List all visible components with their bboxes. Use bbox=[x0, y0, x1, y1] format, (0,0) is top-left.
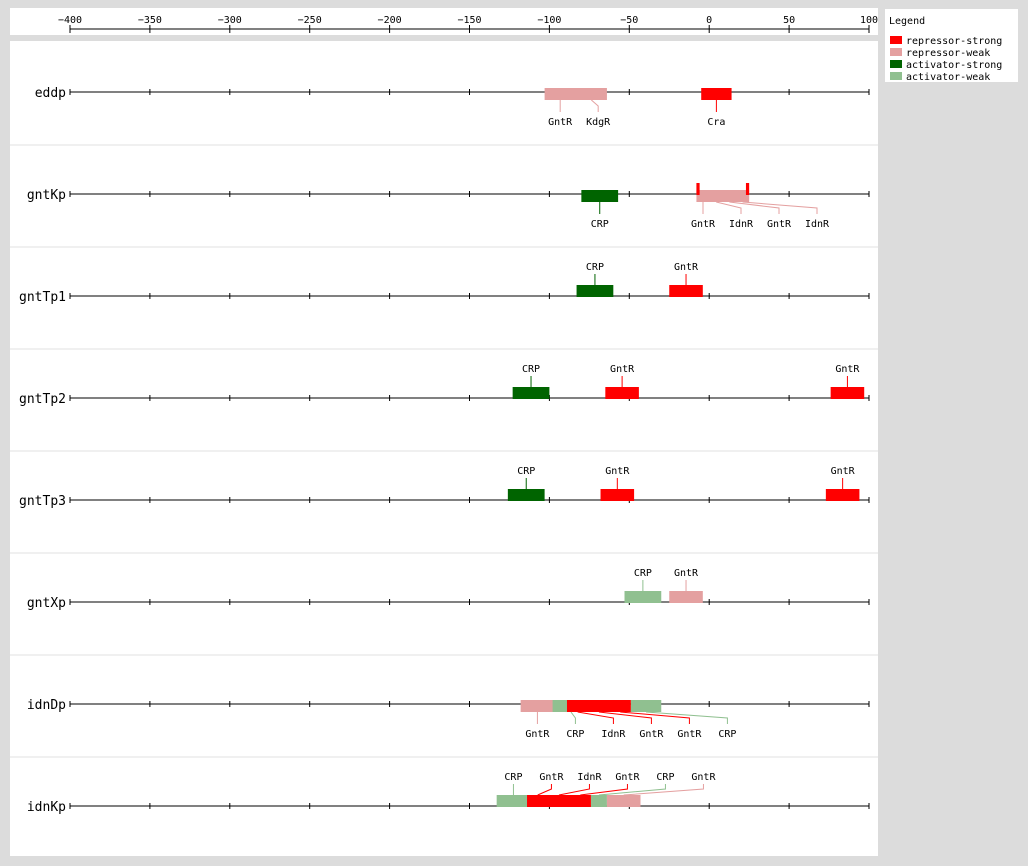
binding-site-repressor-weak bbox=[606, 795, 641, 807]
site-label: GntR bbox=[835, 364, 860, 375]
legend-swatch bbox=[890, 72, 902, 80]
site-label: GntR bbox=[691, 219, 716, 230]
site-label: GntR bbox=[605, 466, 630, 477]
promoter-panel bbox=[10, 41, 878, 856]
site-label: Cra bbox=[707, 117, 725, 128]
binding-site-activator-strong bbox=[581, 190, 619, 202]
binding-site-activator-weak bbox=[624, 591, 662, 603]
binding-site-repressor-weak bbox=[520, 700, 555, 712]
promoter-name: gntXp bbox=[27, 596, 66, 611]
site-label: GntR bbox=[677, 729, 702, 740]
legend-title: Legend bbox=[889, 16, 925, 27]
ruler-tick-label: 100 bbox=[860, 15, 878, 26]
site-label: CRP bbox=[504, 772, 522, 783]
site-label: CRP bbox=[586, 262, 604, 273]
site-label: GntR bbox=[615, 772, 640, 783]
site-label: GntR bbox=[674, 568, 699, 579]
legend-swatch bbox=[890, 60, 902, 68]
promoter-name: gntTp1 bbox=[19, 290, 66, 305]
legend-label: repressor-strong bbox=[906, 36, 1002, 47]
site-label: CRP bbox=[566, 729, 584, 740]
promoter-name: idnDp bbox=[27, 698, 66, 713]
ruler-tick-label: −100 bbox=[537, 15, 561, 26]
binding-site-repressor-strong bbox=[566, 700, 631, 712]
promoter-name: idnKp bbox=[27, 800, 66, 815]
ruler-tick-label: −350 bbox=[138, 15, 162, 26]
ruler-tick-label: −250 bbox=[298, 15, 322, 26]
binding-site-repressor-strong bbox=[605, 387, 639, 399]
binding-site-repressor-strong bbox=[825, 489, 860, 501]
legend-items: repressor-strongrepressor-weakactivator-… bbox=[890, 36, 1002, 83]
site-label: GntR bbox=[831, 466, 856, 477]
site-label: KdgR bbox=[586, 117, 611, 128]
binding-site-repressor-weak bbox=[669, 591, 703, 603]
binding-site-repressor-strong bbox=[701, 88, 732, 100]
legend-label: activator-weak bbox=[906, 72, 990, 83]
ruler-tick-label: 0 bbox=[706, 15, 712, 26]
binding-site-repressor-strong bbox=[669, 285, 703, 297]
site-label: GntR bbox=[639, 729, 664, 740]
binding-site-activator-strong bbox=[576, 285, 614, 297]
binding-site-activator-strong bbox=[507, 489, 545, 501]
binding-site-activator-strong bbox=[512, 387, 550, 399]
ruler-tick-label: −50 bbox=[620, 15, 638, 26]
ruler-tick-label: −200 bbox=[378, 15, 402, 26]
site-label: IdnR bbox=[729, 219, 754, 230]
site-label: CRP bbox=[656, 772, 674, 783]
binding-site-repressor-weak bbox=[544, 88, 607, 100]
binding-site-repressor-strong bbox=[600, 489, 635, 501]
site-label: CRP bbox=[591, 219, 609, 230]
ruler-tick-label: −300 bbox=[218, 15, 242, 26]
legend-swatch bbox=[890, 36, 902, 44]
legend-label: repressor-weak bbox=[906, 48, 990, 59]
promoter-diagram: −400 −350 −300 −250 −200 −150 −100 −50 0 50 100 ed… bbox=[10, 8, 1018, 856]
site-label: IdnR bbox=[805, 219, 830, 230]
promoter-name: gntTp3 bbox=[19, 494, 66, 509]
site-label: GntR bbox=[767, 219, 792, 230]
site-label: CRP bbox=[634, 568, 652, 579]
legend-label: activator-strong bbox=[906, 60, 1002, 71]
ruler-tick-label: −150 bbox=[457, 15, 481, 26]
binding-site-repressor-strong bbox=[830, 387, 865, 399]
site-label: GntR bbox=[674, 262, 699, 273]
site-label: GntR bbox=[525, 729, 550, 740]
binding-site-repressor-weak bbox=[696, 190, 750, 202]
promoter-name: gntKp bbox=[27, 188, 66, 203]
site-label: IdnR bbox=[601, 729, 626, 740]
binding-site-activator-weak bbox=[590, 795, 607, 807]
binding-site-repressor-strong bbox=[745, 183, 750, 195]
site-label: CRP bbox=[522, 364, 540, 375]
legend: Legend repressor-strongrepressor-weakact… bbox=[885, 9, 1018, 83]
site-label: IdnR bbox=[577, 772, 602, 783]
site-label: CRP bbox=[718, 729, 736, 740]
site-label: CRP bbox=[517, 466, 535, 477]
binding-site-repressor-strong bbox=[527, 795, 591, 807]
promoter-name: gntTp2 bbox=[19, 392, 66, 407]
binding-site-activator-weak bbox=[496, 795, 531, 807]
site-label: GntR bbox=[539, 772, 564, 783]
binding-site-repressor-strong bbox=[696, 183, 700, 195]
site-label: GntR bbox=[610, 364, 635, 375]
ruler-tick-label: −400 bbox=[58, 15, 82, 26]
promoter-name: eddp bbox=[35, 86, 66, 101]
binding-site-activator-weak bbox=[630, 700, 662, 712]
site-label: GntR bbox=[548, 117, 573, 128]
ruler-tick-label: 50 bbox=[783, 15, 795, 26]
legend-swatch bbox=[890, 48, 902, 56]
site-label: GntR bbox=[691, 772, 716, 783]
